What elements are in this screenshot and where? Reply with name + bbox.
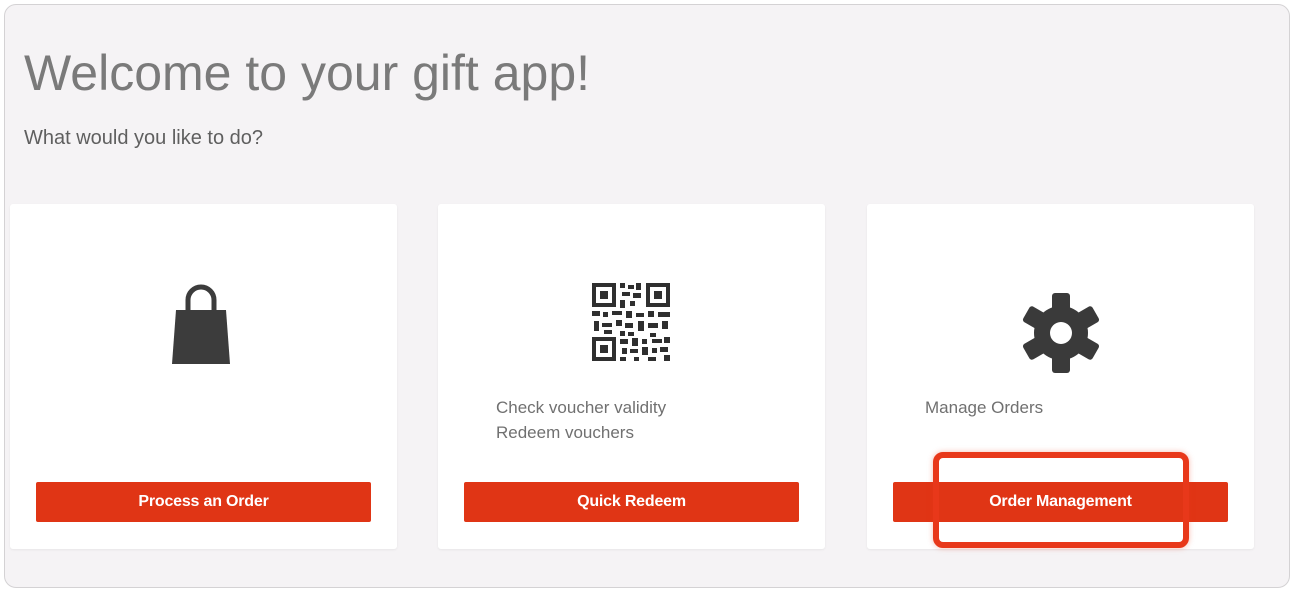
- description-line: Check voucher validity: [496, 398, 667, 417]
- page-title: Welcome to your gift app!: [24, 45, 591, 101]
- card-process-order: Process an Order: [10, 204, 397, 549]
- shopping-bag-icon: [172, 284, 230, 364]
- qr-code-icon: [592, 283, 670, 361]
- card-order-management: Manage Orders Order Management: [867, 204, 1254, 549]
- process-order-button[interactable]: Process an Order: [36, 482, 371, 522]
- card-quick-redeem: Check voucher validity Redeem vouchers Q…: [438, 204, 825, 549]
- page-subtitle: What would you like to do?: [24, 127, 264, 149]
- card-description: Check voucher validity Redeem vouchers: [496, 395, 666, 445]
- description-line: Manage Orders: [925, 398, 1044, 417]
- quick-redeem-button[interactable]: Quick Redeem: [464, 482, 799, 522]
- description-line: Redeem vouchers: [496, 423, 634, 442]
- card-description: Manage Orders: [925, 395, 1043, 420]
- order-management-button[interactable]: Order Management: [893, 482, 1228, 522]
- app-window: Welcome to your gift app! What would you…: [4, 4, 1290, 588]
- gear-icon: [1022, 293, 1100, 373]
